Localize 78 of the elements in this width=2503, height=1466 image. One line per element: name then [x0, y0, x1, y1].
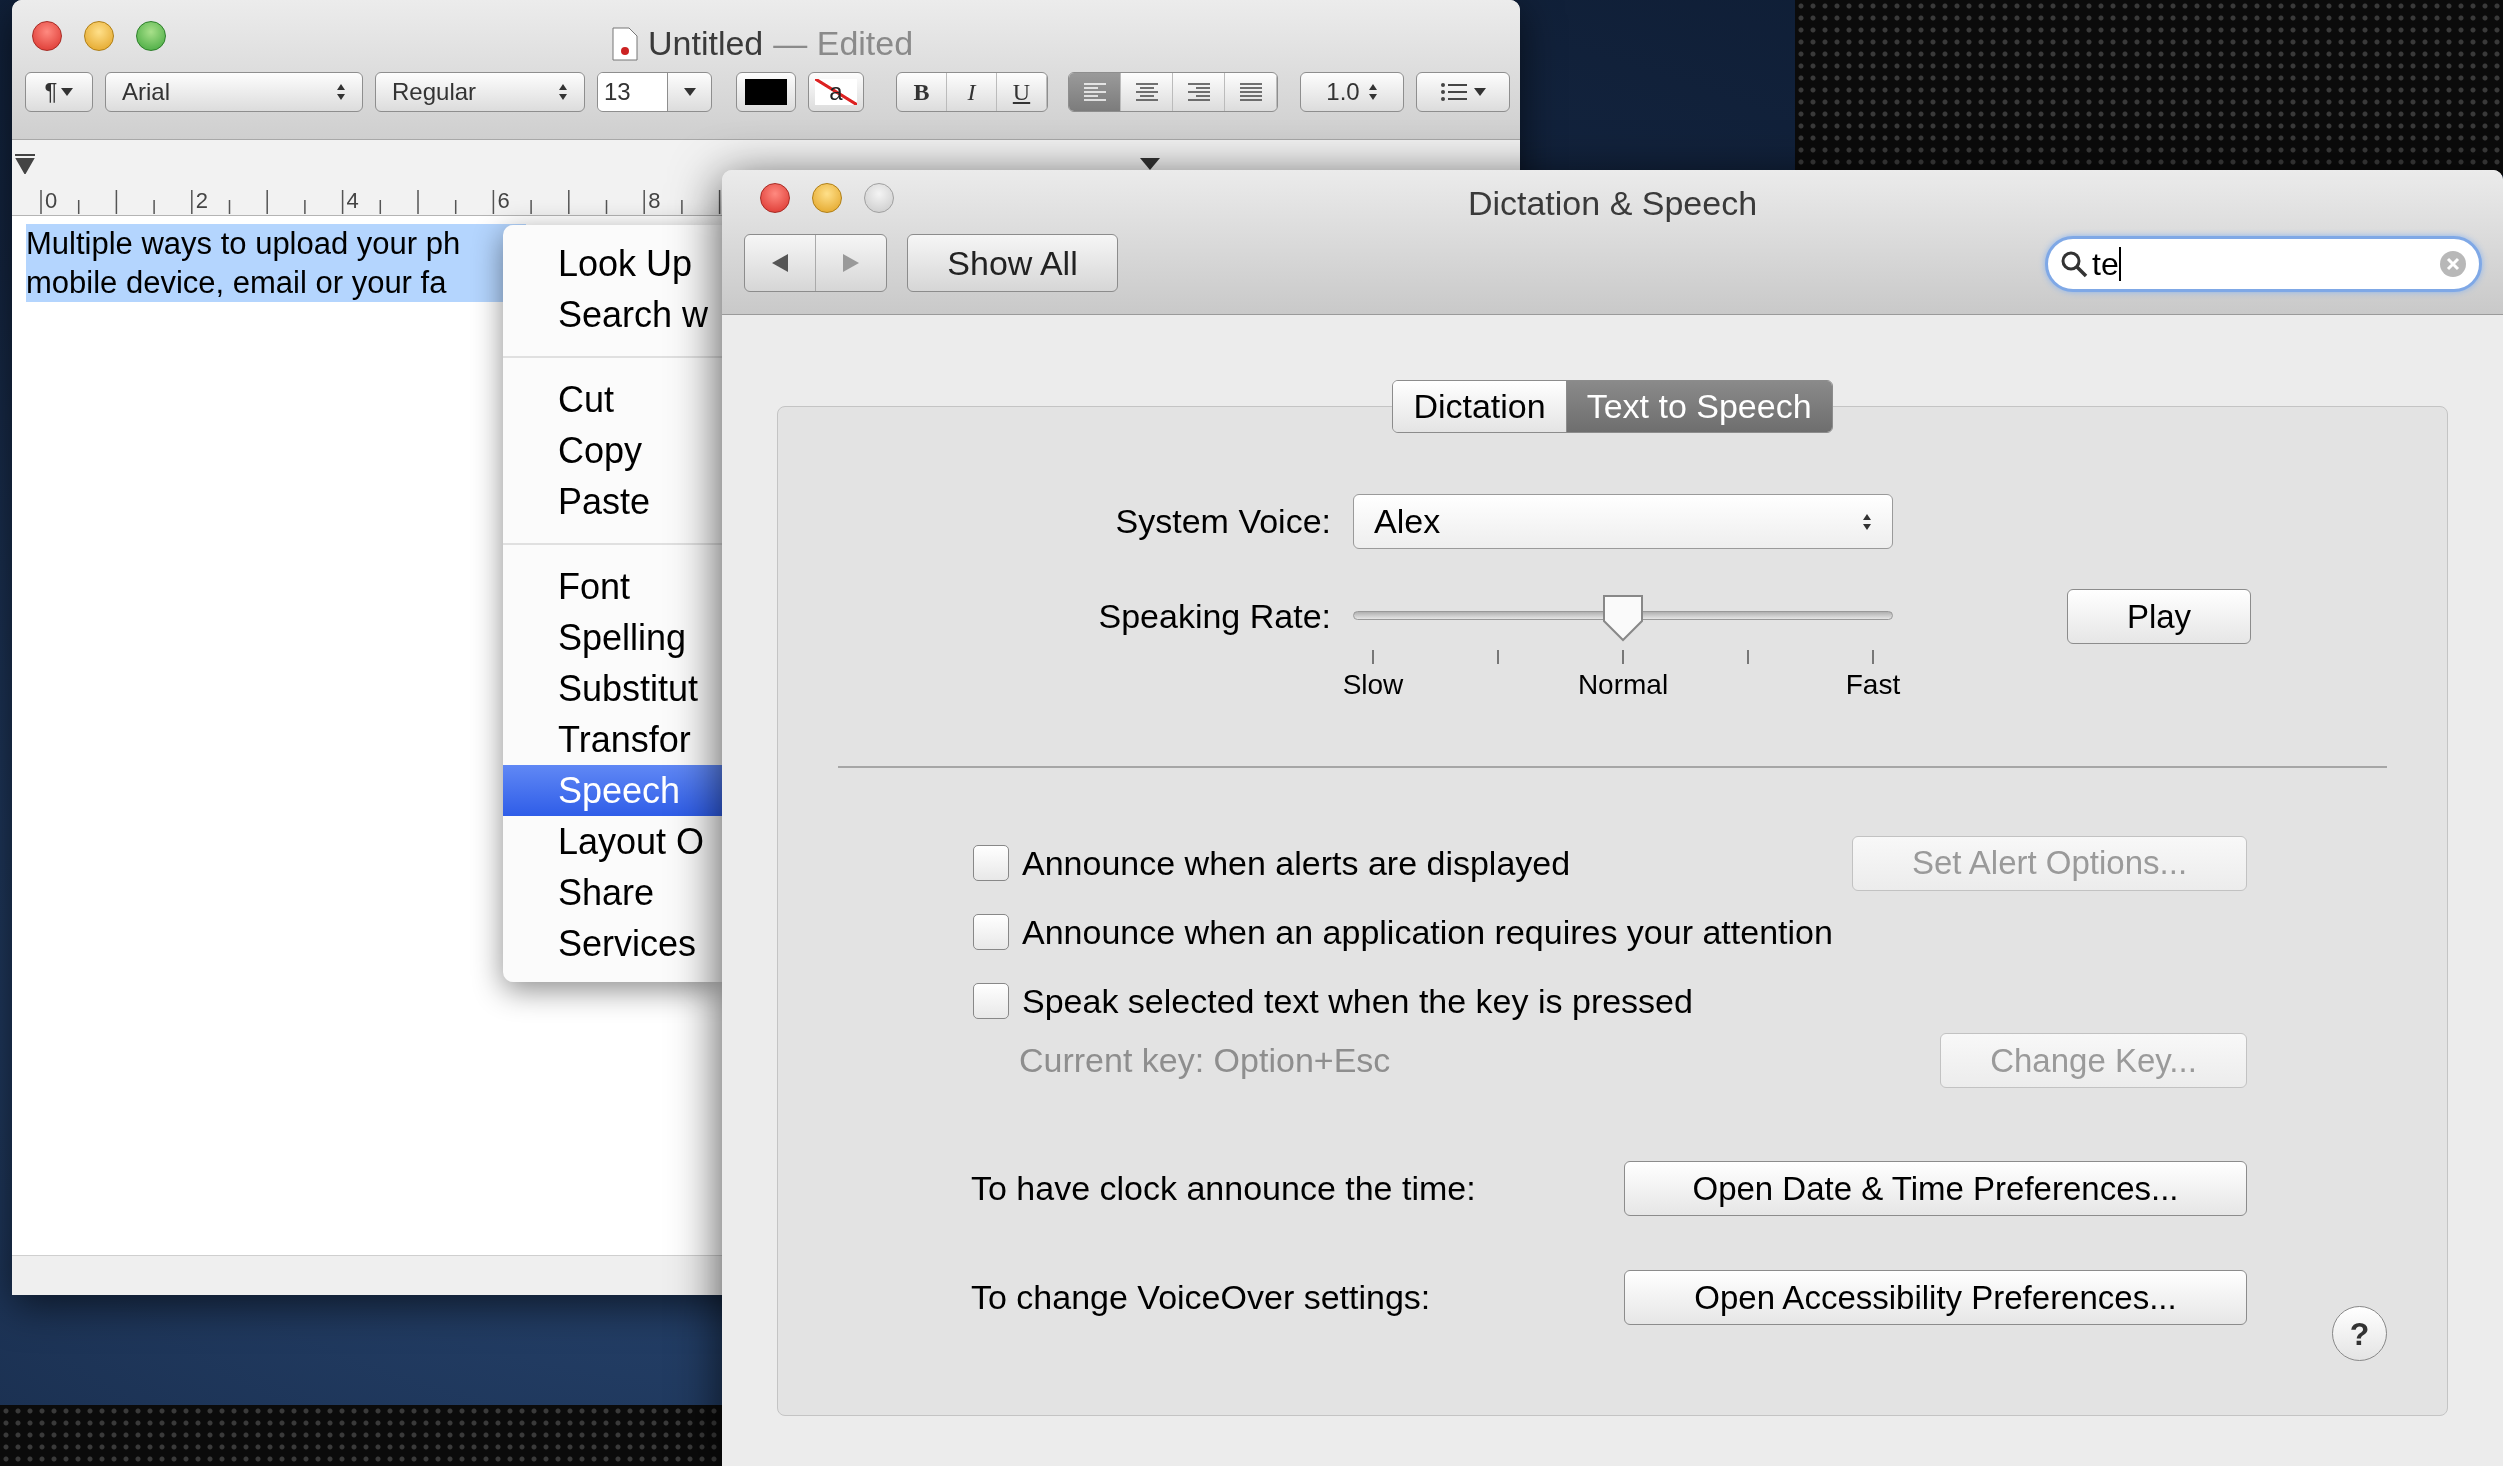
updown-arrows-icon — [558, 83, 568, 101]
menu-item[interactable]: Transfor — [503, 714, 722, 765]
tab-stop-icon — [14, 154, 36, 174]
menu-item[interactable]: Share — [503, 867, 722, 918]
checkbox[interactable] — [973, 845, 1009, 881]
edited-status: — Edited — [773, 23, 914, 64]
menu-item[interactable]: Substitut — [503, 663, 722, 714]
ruler-number: 4 — [346, 187, 360, 215]
rate-tick-label: Normal — [1576, 668, 1670, 702]
open-preferences-button[interactable]: Open Date & Time Preferences... — [1624, 1161, 2247, 1216]
play-button[interactable]: Play — [2067, 589, 2251, 644]
align-center-icon — [1135, 83, 1158, 101]
caret-icon — [683, 88, 696, 96]
rate-tick-label: Fast — [1844, 668, 1902, 702]
rate-tick-label: Slow — [1341, 668, 1405, 702]
minimize-button[interactable] — [84, 21, 114, 51]
menu-item[interactable]: Copy — [503, 425, 722, 476]
system-voice-popup[interactable]: Alex — [1353, 494, 1893, 549]
checkbox-label: Announce when alerts are displayed — [1022, 842, 1571, 884]
align-justify-icon — [1239, 83, 1262, 101]
align-left-icon — [1083, 83, 1106, 101]
ruler-number: 6 — [497, 187, 511, 215]
line-spacing-popup[interactable]: 1.0 — [1300, 72, 1404, 112]
close-button[interactable] — [760, 183, 790, 213]
menu-item[interactable]: Speech — [503, 765, 722, 816]
search-field[interactable]: te — [2045, 236, 2482, 292]
paragraph-style-popup[interactable]: ¶ — [25, 72, 93, 112]
back-arrow-icon — [772, 254, 788, 272]
search-icon — [2060, 250, 2088, 278]
align-left-button[interactable] — [1069, 73, 1121, 111]
text-color-well[interactable] — [736, 72, 796, 112]
menu-item[interactable]: Cut — [503, 374, 722, 425]
updown-arrows-icon — [1862, 512, 1872, 531]
document-icon — [612, 26, 638, 61]
checkbox-label: Speak selected text when the key is pressed — [1022, 980, 1693, 1022]
ruler-number: 8 — [648, 187, 661, 215]
ruler-number: 0 — [45, 187, 59, 215]
caret-icon — [61, 88, 74, 96]
show-all-button[interactable]: Show All — [907, 234, 1118, 292]
setting-label: To have clock announce the time: — [971, 1168, 1476, 1209]
open-preferences-button[interactable]: Open Accessibility Preferences... — [1624, 1270, 2247, 1325]
minimize-button[interactable] — [812, 183, 842, 213]
forward-arrow-icon — [843, 254, 859, 272]
menu-item[interactable]: Layout O — [503, 816, 722, 867]
font-family-popup[interactable]: Arial — [105, 72, 363, 112]
updown-arrows-icon — [336, 83, 346, 101]
checkbox[interactable] — [973, 914, 1009, 950]
font-size-combo[interactable]: 13 — [597, 72, 712, 112]
italic-toggle[interactable]: I — [947, 73, 997, 111]
align-right-icon — [1187, 83, 1210, 101]
current-key-text: Current key: Option+Esc — [1019, 1040, 1391, 1081]
system-voice-label: System Voice: — [1114, 501, 1331, 542]
zoom-button[interactable] — [136, 21, 166, 51]
menu-item[interactable]: Services — [503, 918, 722, 969]
close-button[interactable] — [32, 21, 62, 51]
menu-item[interactable]: Font — [503, 561, 722, 612]
window-title: Dictation & Speech — [1467, 183, 1758, 224]
speaking-rate-label: Speaking Rate: — [1097, 596, 1331, 637]
menu-item[interactable]: Paste — [503, 476, 722, 527]
bullet-list-icon — [1440, 82, 1468, 102]
checkbox[interactable] — [973, 983, 1009, 1019]
font-style-popup[interactable]: Regular — [375, 72, 585, 112]
ruler-number: 2 — [195, 187, 210, 215]
checkbox-label: Announce when an application requires your attention — [1022, 911, 1833, 953]
slider-thumb[interactable] — [1601, 593, 1645, 643]
setting-label: To change VoiceOver settings: — [971, 1277, 1431, 1318]
window-title: Untitled — [648, 23, 764, 64]
menu-item[interactable]: Spelling — [503, 612, 722, 663]
caret-icon — [1474, 88, 1486, 96]
tab[interactable]: Text to Speech — [1566, 381, 1832, 432]
bold-toggle[interactable]: B — [897, 73, 947, 111]
updown-arrows-icon — [1367, 83, 1378, 101]
clear-icon[interactable] — [2439, 250, 2467, 278]
zoom-button[interactable] — [864, 183, 894, 213]
underline-toggle[interactable]: U — [997, 73, 1047, 111]
tab[interactable]: Dictation — [1393, 381, 1567, 432]
list-style-popup[interactable] — [1416, 72, 1510, 112]
help-button[interactable]: ? — [2332, 1306, 2387, 1361]
